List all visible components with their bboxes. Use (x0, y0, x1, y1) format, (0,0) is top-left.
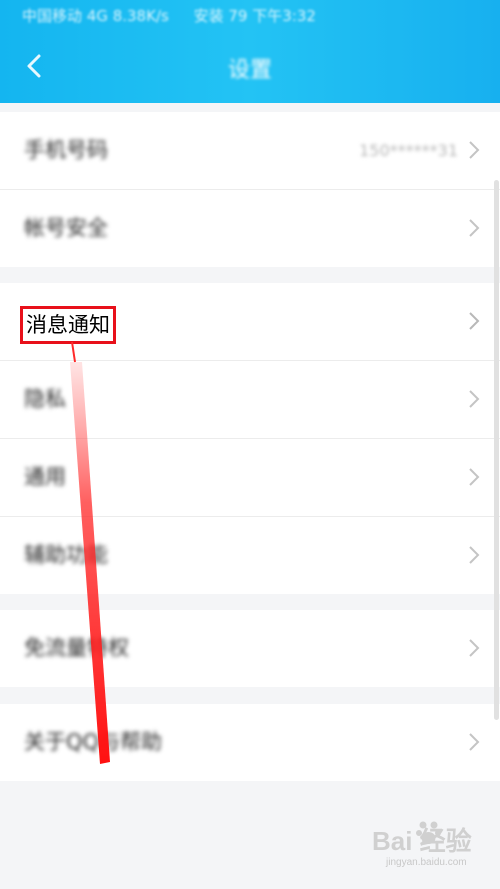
settings-item-general[interactable]: 通用 (0, 439, 500, 517)
settings-item-privacy[interactable]: 隐私 (0, 361, 500, 439)
settings-item-label-highlighted: 消息通知 (20, 306, 116, 344)
settings-group-general: 消息通知 隐私 通用 辅助功能 (0, 283, 500, 594)
chevron-right-icon (469, 468, 480, 486)
watermark-url: jingyan.baidu.com (386, 857, 467, 868)
chevron-right-icon (469, 390, 480, 408)
chevron-right-icon (469, 219, 480, 237)
settings-group-data: 免流量特权 (0, 610, 500, 687)
settings-item-label: 手机号码 (24, 138, 108, 162)
scrollbar[interactable] (494, 180, 499, 720)
status-right-text: 安装 79 下午3:32 (193, 7, 316, 25)
watermark-brand: Bai 经验 (372, 826, 472, 856)
settings-item-message-notification[interactable]: 消息通知 (0, 283, 500, 361)
app-header: 中国移动 4G 8.38K/s 安装 79 下午3:32 设置 (0, 0, 500, 103)
chevron-right-icon (469, 639, 480, 657)
settings-item-free-data-privilege[interactable]: 免流量特权 (0, 610, 500, 687)
settings-item-account-security[interactable]: 帐号安全 (0, 190, 500, 267)
settings-item-phone-number[interactable]: 手机号码 150******31 (0, 112, 500, 190)
settings-item-label: 帐号安全 (24, 216, 108, 240)
settings-item-label: 关于QQ与帮助 (24, 730, 163, 754)
chevron-right-icon (469, 141, 480, 159)
settings-item-label: 通用 (24, 465, 66, 489)
settings-item-accessibility[interactable]: 辅助功能 (0, 517, 500, 594)
chevron-right-icon (469, 546, 480, 564)
settings-item-label: 免流量特权 (24, 636, 129, 660)
settings-item-label: 辅助功能 (24, 543, 108, 567)
settings-item-about-qq-help[interactable]: 关于QQ与帮助 (0, 704, 500, 781)
status-bar: 中国移动 4G 8.38K/s 安装 79 下午3:32 (22, 5, 492, 31)
page-title: 设置 (227, 58, 272, 83)
baidu-watermark: Bai 经验 jingyan.baidu.com (366, 821, 478, 873)
chevron-right-icon (469, 733, 480, 751)
settings-item-label: 隐私 (24, 387, 66, 411)
settings-group-about: 关于QQ与帮助 (0, 704, 500, 781)
settings-group-account: 手机号码 150******31 帐号安全 (0, 112, 500, 267)
phone-number-value: 150******31 (359, 141, 458, 160)
status-left-text: 中国移动 4G 8.38K/s (22, 7, 169, 25)
chevron-right-icon (469, 312, 480, 330)
